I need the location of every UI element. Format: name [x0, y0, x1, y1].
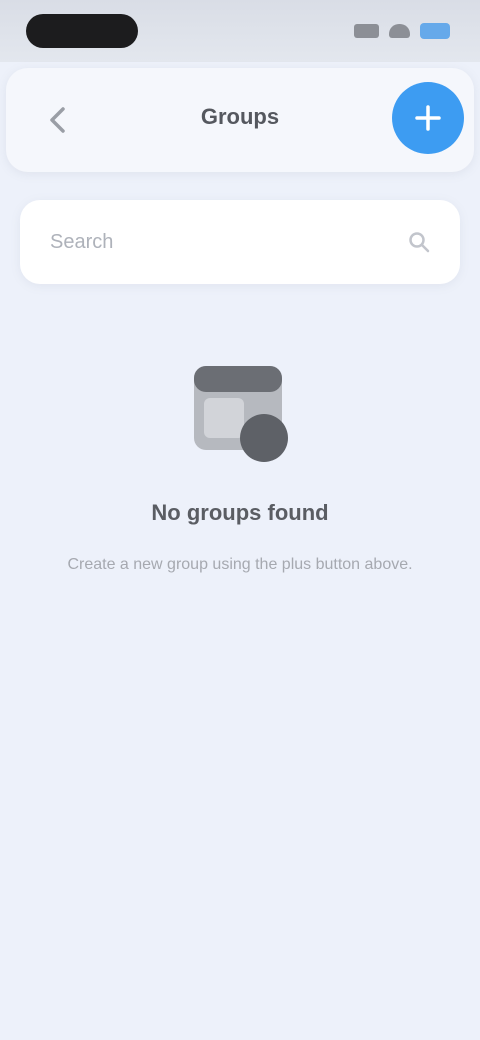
empty-state: No groups found Create a new group using… [0, 350, 480, 574]
search-bar [20, 200, 460, 284]
add-group-button[interactable] [392, 82, 464, 154]
empty-state-description: Create a new group using the plus button… [67, 556, 413, 573]
search-input[interactable] [50, 230, 398, 254]
signal-icon [353, 24, 379, 38]
wifi-icon [388, 24, 410, 38]
plus-icon [415, 105, 441, 131]
search-icon [409, 232, 430, 253]
folder-icon [194, 366, 288, 462]
navigation-bar: Groups [6, 68, 474, 172]
empty-state-title: No groups found [151, 500, 329, 525]
status-time [26, 14, 138, 48]
battery-icon [419, 23, 450, 39]
status-icons [353, 22, 450, 40]
status-bar [0, 0, 480, 62]
